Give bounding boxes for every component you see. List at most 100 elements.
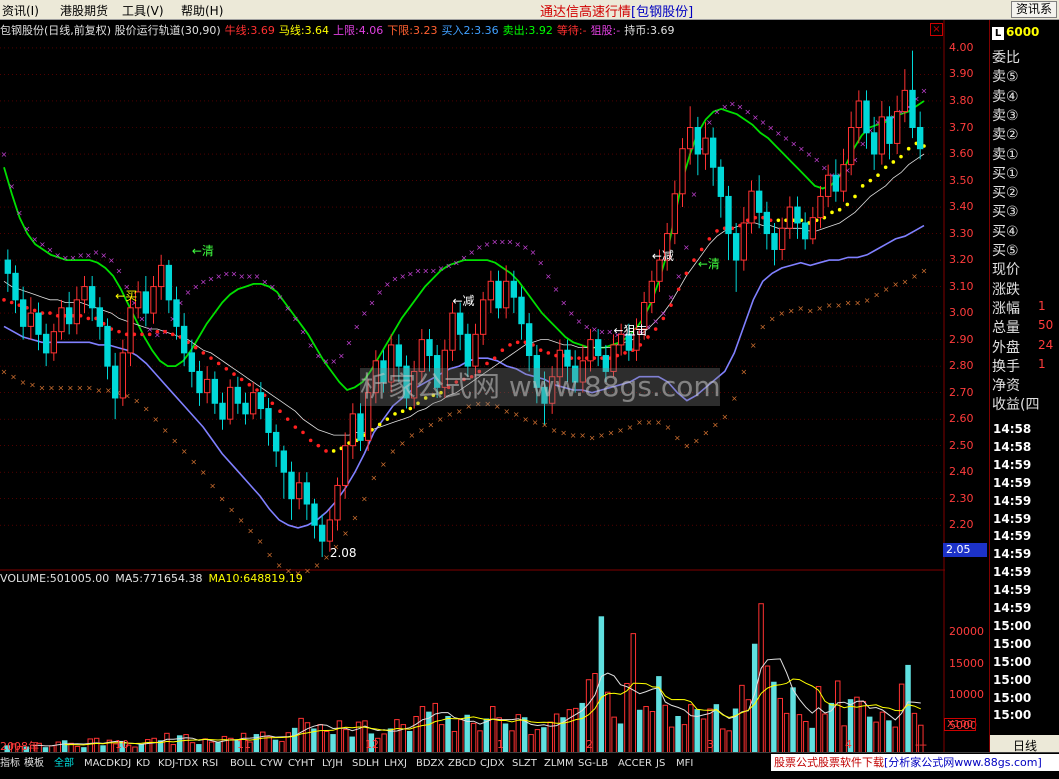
candle [893, 95, 901, 155]
menu-tools[interactable]: 工具(V) [122, 2, 164, 19]
candle [456, 302, 464, 351]
tab-zbcd[interactable]: ZBCD [448, 756, 476, 772]
candle [840, 148, 847, 202]
lower-limit-mark: × [684, 442, 691, 451]
candle [303, 472, 311, 520]
upper-limit-mark: × [284, 304, 291, 313]
tab-模板[interactable]: 模板 [24, 756, 44, 772]
lower-limit-mark: × [228, 505, 235, 514]
lower-limit-mark: × [437, 415, 444, 424]
candle [111, 352, 119, 420]
tab-mfi[interactable]: MFI [676, 756, 693, 772]
lower-limit-mark: × [721, 413, 728, 422]
lower-limit-mark: × [769, 314, 776, 323]
date-axis: 2008年 10 11 12 1 2 3 4 --- [0, 738, 945, 753]
lower-limit-mark: × [703, 428, 710, 437]
lower-limit-mark: × [10, 373, 17, 382]
info-system-button[interactable]: 资讯系 [1011, 1, 1057, 18]
tab-cyht[interactable]: CYHT [288, 756, 315, 772]
upper-limit-mark: × [583, 322, 590, 331]
candle [334, 477, 341, 531]
stock-code[interactable]: 6000 [1006, 25, 1039, 39]
lower-limit-mark: × [20, 378, 27, 387]
tab-cyw[interactable]: CYW [260, 756, 283, 772]
quote-row-label: 换手 [992, 358, 1020, 375]
bull-line-dot [9, 300, 14, 305]
candle [318, 514, 326, 558]
date-tick-label: --- [915, 738, 927, 751]
upper-limit-mark: × [70, 253, 77, 262]
trade-time: 14:59 [993, 547, 1032, 562]
candle [694, 116, 702, 176]
upper-limit-mark: × [714, 108, 721, 117]
quote-row-label: 现价 [992, 262, 1020, 279]
upper-limit-mark: × [39, 240, 46, 249]
tab-accer[interactable]: ACCER [618, 756, 652, 772]
tab-slzt[interactable]: SLZT [512, 756, 537, 772]
tab-kd[interactable]: KD [136, 756, 150, 772]
candle [288, 461, 295, 520]
upper-limit-mark: × [31, 235, 38, 244]
bull-line-dot [32, 308, 37, 313]
upper-limit-mark: × [231, 269, 238, 278]
tab-cjdx[interactable]: CJDX [480, 756, 504, 772]
promo-banner[interactable]: 股票公式股票软件下载[分析家公式网www.88gs.com] [771, 754, 1059, 771]
lower-limit-mark: × [190, 458, 197, 467]
candle [786, 196, 794, 239]
bull-line-dot [485, 361, 489, 366]
tab-lhxj[interactable]: LHXJ [384, 756, 407, 772]
volume-axis: 20000 15000 10000 5000 [945, 0, 989, 737]
volume-scale-badge[interactable]: X100 [944, 718, 976, 731]
tab-kdj[interactable]: KDJ [114, 756, 131, 772]
candle [909, 50, 916, 139]
volume-tick-label: 15000 [949, 656, 984, 670]
tab-kdj-tdx[interactable]: KDJ-TDX [158, 756, 198, 772]
candle [709, 127, 717, 186]
candle [265, 397, 272, 446]
tab-zlmm[interactable]: ZLMM [544, 756, 574, 772]
candle [211, 371, 219, 414]
upper-limit-mark: × [576, 317, 583, 326]
tab-boll[interactable]: BOLL [230, 756, 256, 772]
upper-limit-mark: × [461, 253, 468, 262]
tab-lyjh[interactable]: LYJH [322, 756, 343, 772]
upper-limit-mark: × [652, 317, 659, 326]
tab-macd[interactable]: MACD [84, 756, 114, 772]
tab-指标[interactable]: 指标 [0, 756, 20, 772]
upper-limit-mark: × [821, 163, 828, 172]
lower-limit-mark: × [902, 277, 909, 286]
bull-line-dot [876, 173, 880, 178]
candle [663, 222, 671, 271]
candle [65, 291, 73, 335]
tab-bdzx[interactable]: BDZX [416, 756, 444, 772]
upper-limit-mark: × [453, 259, 460, 268]
lower-limit-mark: × [816, 304, 823, 313]
menu-help[interactable]: 帮助(H) [181, 2, 223, 19]
bull-line-dot [684, 271, 689, 276]
upper-limit-mark: × [683, 243, 690, 252]
quote-row-label: 涨幅 [992, 300, 1020, 317]
candle [196, 360, 203, 406]
quote-row-label: 买② [992, 185, 1019, 202]
upper-limit-mark: × [507, 238, 514, 247]
menu-info[interactable]: 资讯(I) [2, 2, 39, 19]
lower-limit-mark: × [1, 367, 8, 376]
upper-limit-mark: × [369, 299, 376, 308]
bull-line-dot [546, 351, 551, 355]
candle [127, 297, 134, 367]
upper-limit-mark: × [192, 283, 199, 292]
tab-js[interactable]: JS [656, 756, 665, 772]
tab-sg-lb[interactable]: SG-LB [578, 756, 608, 772]
bull-line-dot [776, 218, 781, 223]
bull-line-dot [408, 406, 413, 411]
tab-rsi[interactable]: RSI [202, 756, 218, 772]
menu-hk-futures[interactable]: 港股期货 [60, 2, 108, 19]
trade-time: 14:59 [993, 457, 1032, 472]
tab-全部[interactable]: 全部 [54, 756, 74, 772]
upper-limit-mark: × [399, 272, 406, 281]
lower-limit-mark: × [380, 460, 387, 469]
candle [341, 432, 349, 499]
candle [27, 297, 35, 340]
lower-limit-mark: × [408, 431, 415, 440]
tab-sdlh[interactable]: SDLH [352, 756, 379, 772]
